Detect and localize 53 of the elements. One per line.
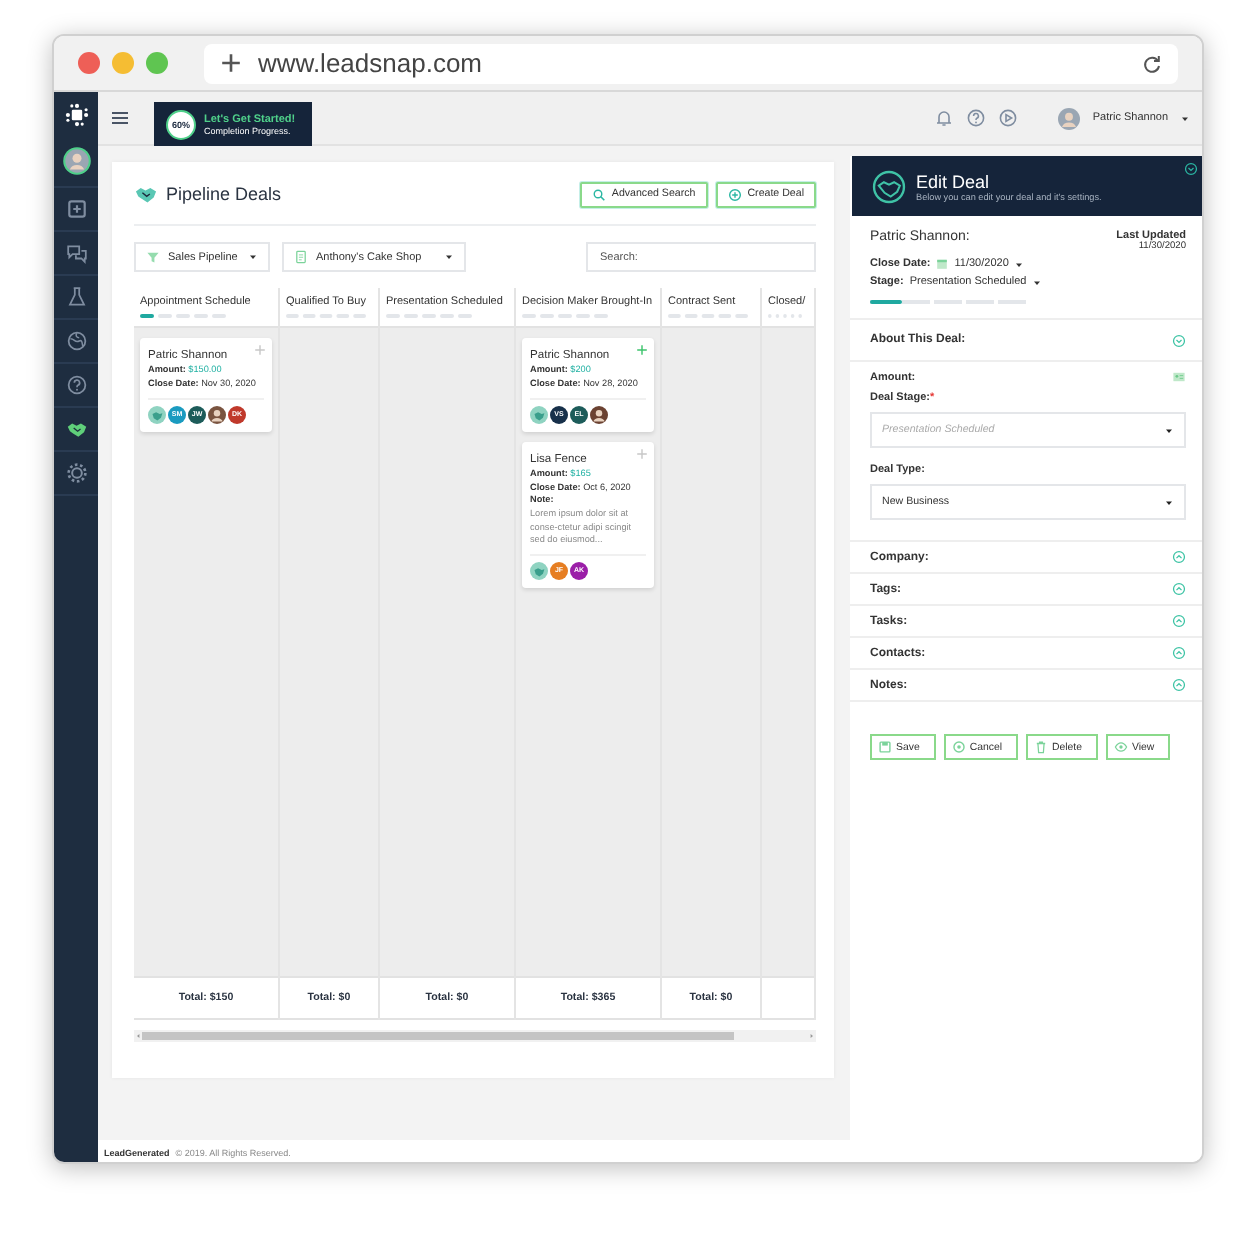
caret-icon <box>1164 497 1174 507</box>
expand-icon[interactable] <box>1172 646 1186 660</box>
plus-icon[interactable] <box>254 344 266 356</box>
collapse-icon[interactable] <box>1172 333 1186 347</box>
play-icon[interactable] <box>998 108 1019 128</box>
globe-icon[interactable] <box>65 330 87 352</box>
maximize-dot[interactable] <box>146 52 168 74</box>
expand-icon[interactable] <box>1172 614 1186 628</box>
add-icon[interactable] <box>65 198 87 220</box>
plus-circle-icon <box>727 187 742 201</box>
url-text: www.leadsnap.com <box>258 48 482 78</box>
chat-icon[interactable] <box>65 242 87 264</box>
help-icon[interactable] <box>65 374 87 396</box>
help-icon[interactable] <box>966 108 987 128</box>
avatar-icon[interactable] <box>208 405 226 424</box>
expand-icon[interactable] <box>1172 582 1186 596</box>
trash-icon <box>1033 740 1048 754</box>
funnel-icon <box>146 250 160 264</box>
panel-title: Edit Deal <box>916 171 992 191</box>
caret-icon[interactable] <box>1180 113 1190 123</box>
new-tab-icon[interactable] <box>220 52 242 74</box>
floppy-icon <box>878 740 892 754</box>
avatar-icon[interactable] <box>61 146 91 176</box>
handshake-icon <box>134 182 158 206</box>
caret-icon <box>1164 425 1174 435</box>
calendar-icon <box>936 258 949 270</box>
logo-avatar-icon[interactable] <box>148 405 166 424</box>
expand-icon[interactable] <box>1172 678 1186 692</box>
settings-icon[interactable] <box>65 462 87 484</box>
logo-avatar-icon[interactable] <box>530 562 548 581</box>
expand-icon[interactable] <box>1172 550 1186 564</box>
bell-icon[interactable] <box>934 108 955 128</box>
circle-icon <box>951 740 966 754</box>
close-dot[interactable] <box>78 52 100 74</box>
page-title: Pipeline Deals <box>166 184 284 204</box>
menu-icon[interactable] <box>110 108 130 128</box>
clipboard-icon <box>294 250 308 264</box>
logo-avatar-icon[interactable] <box>530 405 548 424</box>
scrollbar[interactable] <box>134 1030 816 1042</box>
minimize-dot[interactable] <box>112 52 134 74</box>
address-bar[interactable]: www.leadsnap.com <box>204 43 1178 83</box>
flask-icon[interactable] <box>65 286 87 308</box>
search-icon <box>591 187 606 201</box>
logo-icon <box>63 101 89 127</box>
handshake-icon <box>872 169 906 203</box>
avatar-icon[interactable] <box>590 405 608 424</box>
id-card-icon <box>1172 370 1186 384</box>
reload-icon[interactable] <box>1142 53 1162 73</box>
eye-icon <box>1113 740 1128 754</box>
handshake-icon[interactable] <box>65 418 87 440</box>
plus-icon[interactable] <box>636 344 648 356</box>
caret-icon <box>444 252 454 262</box>
caret-icon <box>248 252 258 262</box>
